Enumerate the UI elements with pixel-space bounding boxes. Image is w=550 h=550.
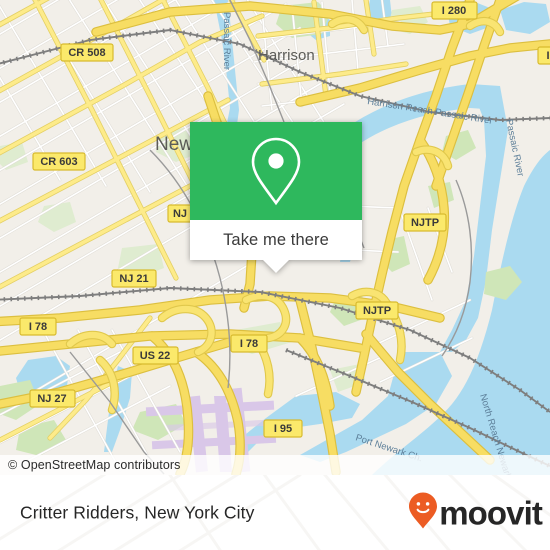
place-label-newark: New: [155, 134, 193, 155]
road-shield: I: [537, 46, 550, 65]
road-shield: CR 603: [32, 152, 86, 171]
road-shield-label: I 95: [274, 423, 292, 435]
osm-attribution: © OpenStreetMap contributors: [0, 455, 550, 475]
road-shield-label: NJ: [173, 208, 187, 220]
place-label-harrison: Harrison: [258, 47, 315, 64]
road-shield: NJTP: [403, 213, 447, 232]
road-shield-label: I: [546, 50, 549, 62]
road-shield: I 78: [230, 334, 268, 353]
road-shield-label: NJ 21: [119, 273, 148, 285]
road-shield: US 22: [132, 346, 179, 365]
take-me-there-button[interactable]: Take me there: [190, 220, 362, 260]
road-shield-label: I 78: [29, 321, 47, 333]
road-shield: I 95: [263, 419, 303, 438]
road-shield: NJ 21: [111, 269, 157, 288]
road-shield: I 280: [431, 1, 478, 20]
road-shield-label: I 78: [240, 338, 258, 350]
road-shield-label: NJ 27: [37, 393, 66, 405]
popup-image-header: [190, 122, 362, 220]
moovit-logo: moovit: [408, 491, 543, 534]
place-title: Critter Ridders, New York City: [20, 502, 255, 522]
road-shield-label: CR 603: [40, 156, 77, 168]
road-shield-label: CR 508: [68, 47, 105, 59]
road-shield-label: NJTP: [411, 217, 439, 229]
screenshot-root: .land { fill:#f2efe9; } .water { fill:#a…: [0, 0, 550, 550]
road-shield: NJ 27: [29, 389, 76, 408]
road-shield-label: NJTP: [363, 305, 391, 317]
road-shield: I 78: [19, 317, 57, 336]
map-pin-icon: [247, 135, 305, 207]
take-me-there-label: Take me there: [223, 230, 329, 249]
moovit-pin-smiley-icon: [408, 491, 438, 534]
popup-pointer-tail: [263, 260, 289, 273]
map-canvas[interactable]: .land { fill:#f2efe9; } .water { fill:#a…: [0, 0, 550, 475]
footer-bar: Critter Ridders, New York City moovit: [0, 475, 550, 550]
location-popup-card[interactable]: Take me there: [190, 122, 362, 273]
road-shield: NJTP: [355, 301, 399, 320]
road-shield-label: US 22: [140, 350, 171, 362]
moovit-wordmark: moovit: [439, 494, 543, 531]
road-shield: CR 508: [60, 43, 114, 62]
road-shield-label: I 280: [442, 5, 466, 17]
water-label: Passaic River: [221, 12, 232, 70]
